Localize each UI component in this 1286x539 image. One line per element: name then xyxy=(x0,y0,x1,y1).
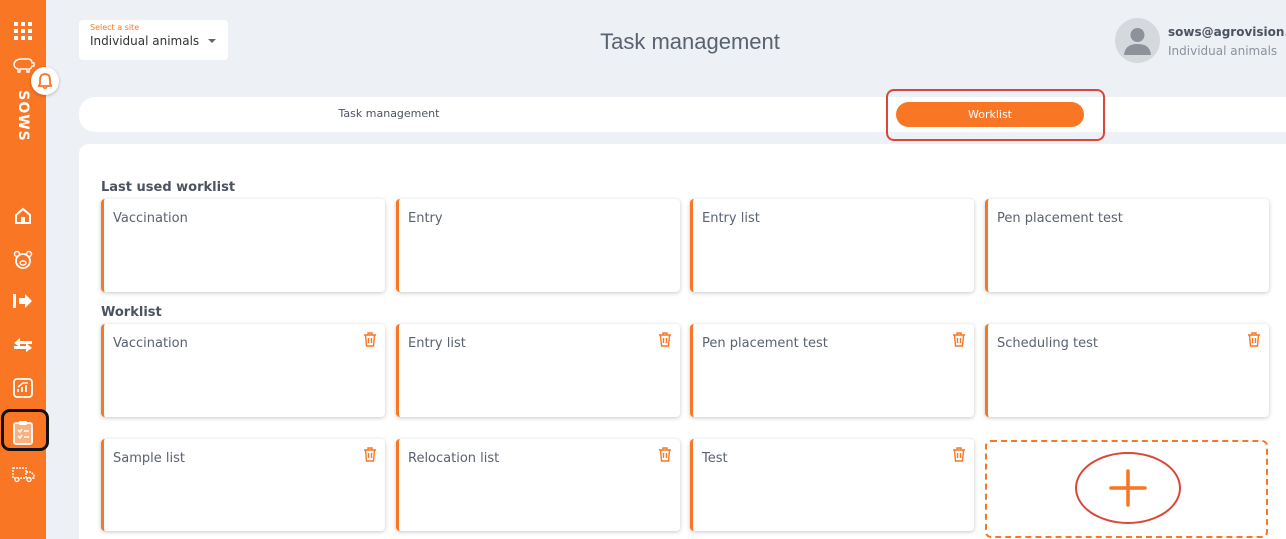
card-name: Vaccination xyxy=(113,211,188,226)
user-avatar-icon xyxy=(1124,28,1151,55)
bell-icon xyxy=(38,73,52,89)
chevron-down-icon xyxy=(208,39,216,43)
trash-icon xyxy=(659,332,671,347)
active-nav-highlight xyxy=(1,409,49,451)
analytics-icon[interactable] xyxy=(0,377,46,399)
worklist-card[interactable]: Vaccination xyxy=(101,324,385,417)
delete-button[interactable] xyxy=(363,447,377,466)
worklist-card[interactable]: Relocation list xyxy=(396,439,680,531)
user-email: sows@agrovision.com xyxy=(1168,25,1286,39)
tab-task-management[interactable]: Task management xyxy=(319,107,459,120)
trash-icon xyxy=(364,447,376,462)
last-used-title: Last used worklist xyxy=(101,180,236,195)
card-name: Pen placement test xyxy=(997,211,1123,226)
worklist-card[interactable]: Sample list xyxy=(101,439,385,531)
trash-icon xyxy=(659,447,671,462)
card-name: Entry list xyxy=(408,336,466,351)
delete-button[interactable] xyxy=(363,332,377,351)
delete-button[interactable] xyxy=(1247,332,1261,351)
delete-button[interactable] xyxy=(952,447,966,466)
card-name: Scheduling test xyxy=(997,336,1098,351)
card-name: Entry xyxy=(408,211,443,226)
trash-icon xyxy=(1248,332,1260,347)
brand-logo: SOWS xyxy=(15,90,32,142)
site-select-label: Select a site xyxy=(90,23,140,32)
card-name: Entry list xyxy=(702,211,760,226)
last-used-card[interactable]: Entry list xyxy=(690,199,974,292)
notification-bell-button[interactable] xyxy=(31,67,59,95)
trash-icon xyxy=(364,332,376,347)
site-select-value: Individual animals xyxy=(90,34,200,48)
avatar[interactable] xyxy=(1115,18,1160,63)
worklist-card[interactable]: Pen placement test xyxy=(690,324,974,417)
card-name: Sample list xyxy=(113,451,185,466)
page-title: Task management xyxy=(600,29,780,54)
plus-icon xyxy=(1109,469,1147,507)
animal-face-icon[interactable] xyxy=(0,249,46,271)
user-site: Individual animals xyxy=(1168,44,1278,58)
card-name: Pen placement test xyxy=(702,336,828,351)
transfer-arrows-icon[interactable] xyxy=(0,336,46,354)
delete-button[interactable] xyxy=(952,332,966,351)
last-used-card[interactable]: Entry xyxy=(396,199,680,292)
card-name: Test xyxy=(702,451,728,466)
home-icon[interactable] xyxy=(0,206,46,226)
arrow-right-icon[interactable] xyxy=(0,292,46,310)
trash-icon xyxy=(953,447,965,462)
worklist-card[interactable]: Test xyxy=(690,439,974,531)
delete-button[interactable] xyxy=(658,332,672,351)
apps-grid-icon[interactable] xyxy=(0,21,46,41)
last-used-card[interactable]: Vaccination xyxy=(101,199,385,292)
worklist-card[interactable]: Entry list xyxy=(396,324,680,417)
truck-icon[interactable] xyxy=(0,465,46,483)
add-worklist-button[interactable] xyxy=(1075,452,1181,524)
worklist-card[interactable]: Scheduling test xyxy=(985,324,1269,417)
worklist-title: Worklist xyxy=(101,305,162,320)
worklist-tab-highlight xyxy=(886,89,1105,141)
last-used-card[interactable]: Pen placement test xyxy=(985,199,1269,292)
delete-button[interactable] xyxy=(658,447,672,466)
card-name: Relocation list xyxy=(408,451,500,466)
card-name: Vaccination xyxy=(113,336,188,351)
site-select[interactable]: Select a site Individual animals xyxy=(79,20,228,60)
trash-icon xyxy=(953,332,965,347)
